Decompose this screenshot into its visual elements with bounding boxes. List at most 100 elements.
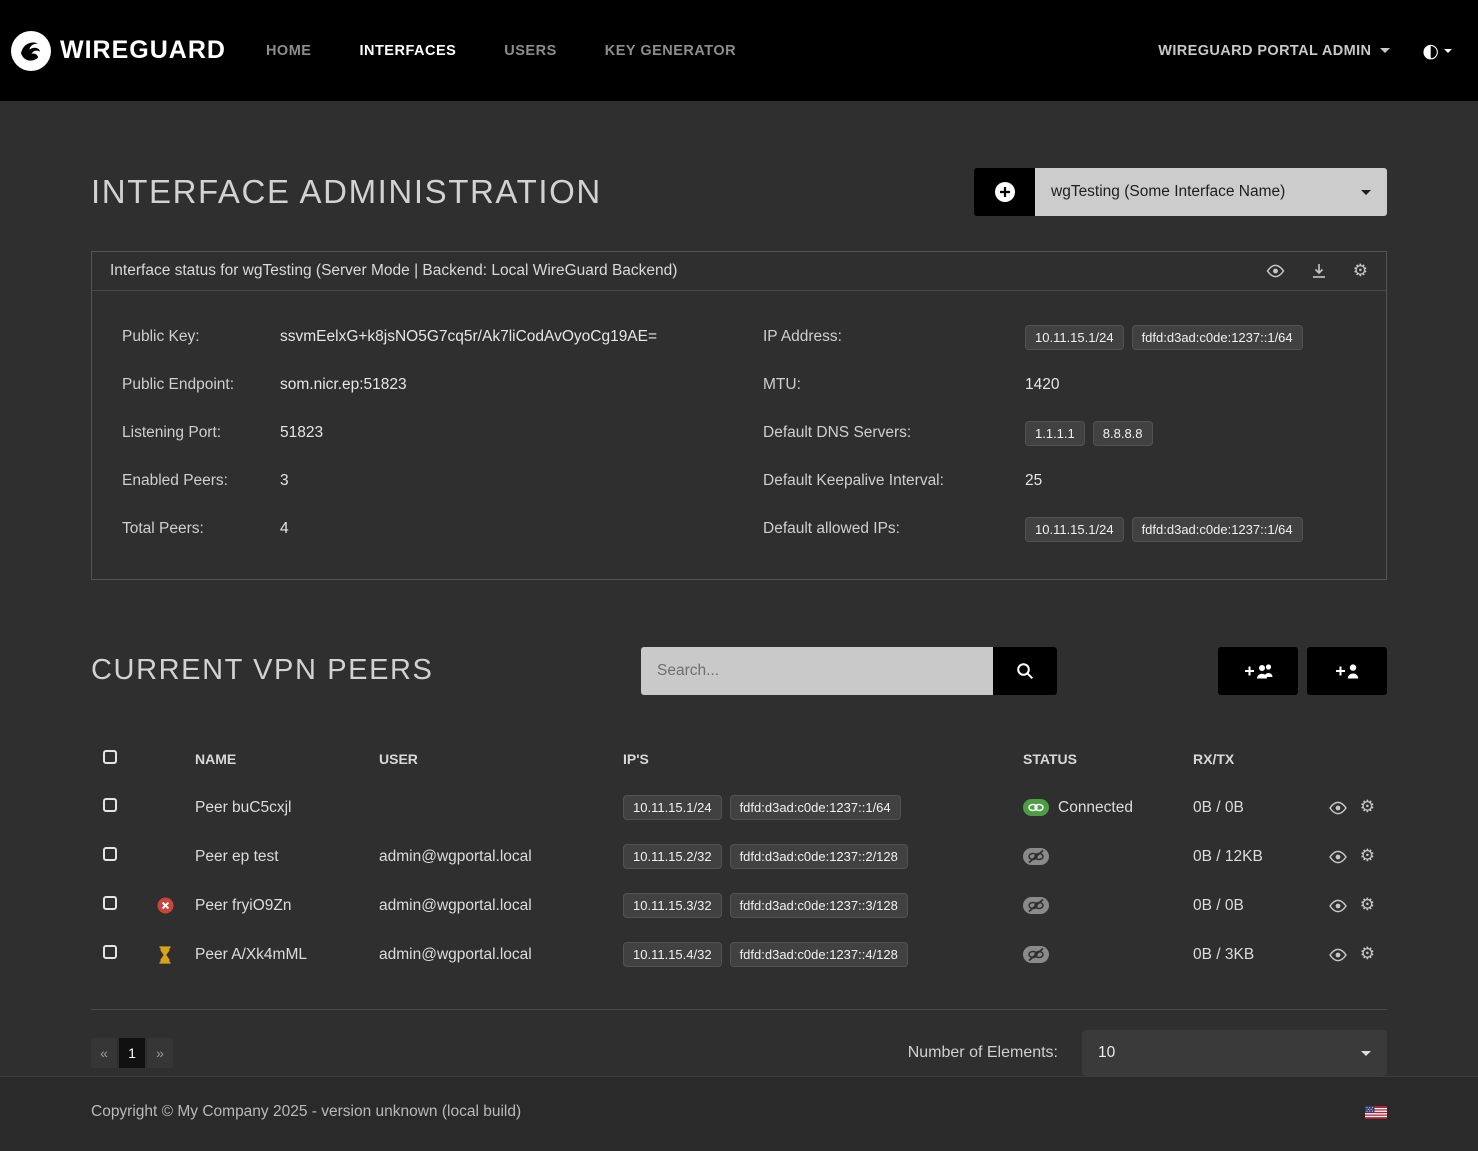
detail-label: Public Endpoint: (122, 376, 280, 394)
detail-row: IP Address: 10.11.15.1/24 fdfd:d3ad:c0de… (763, 313, 1356, 361)
interface-settings-button[interactable]: ⚙ (1353, 263, 1368, 280)
gear-icon: ⚙ (1360, 946, 1375, 963)
peer-user: admin@wgportal.local (371, 848, 615, 866)
nav-item-key-generator[interactable]: KEY GENERATOR (605, 43, 736, 59)
keepalive-value: 25 (1025, 472, 1356, 490)
peer-name: Peer buC5cxjl (187, 799, 371, 817)
add-multiple-peers-button[interactable] (1218, 647, 1298, 695)
search-input[interactable] (641, 647, 993, 695)
chevron-down-icon (1361, 190, 1371, 195)
search-button[interactable] (993, 647, 1057, 695)
detail-label: Default Keepalive Interval: (763, 472, 1025, 490)
col-header-name: NAME (187, 751, 371, 767)
main-content: INTERFACE ADMINISTRATION wgTesting (Some… (91, 101, 1387, 1076)
peer-settings-button[interactable]: ⚙ (1360, 946, 1375, 963)
wireguard-logo-icon (10, 30, 52, 72)
select-all-checkbox[interactable] (103, 750, 117, 764)
ip-badge: 10.11.15.1/24 (1025, 325, 1124, 350)
pagination-prev-button[interactable]: « (91, 1038, 117, 1068)
peers-section-title: CURRENT VPN PEERS (91, 654, 641, 687)
peer-user: admin@wgportal.local (371, 946, 615, 964)
col-header-rxtx: RX/TX (1185, 751, 1297, 767)
elements-per-page-value: 10 (1098, 1044, 1115, 1062)
peer-ip-badge: 10.11.15.3/32 (623, 893, 722, 918)
elements-per-page-select[interactable]: 10 (1082, 1030, 1387, 1076)
nav-item-interfaces[interactable]: INTERFACES (359, 43, 456, 59)
peer-name: Peer fryiO9Zn (187, 897, 371, 915)
nav-item-users[interactable]: USERS (504, 43, 556, 59)
peer-ip-badge: 10.11.15.4/32 (623, 942, 722, 967)
detail-row: Public Endpoint: som.nicr.ep:51823 (122, 361, 739, 409)
interface-select[interactable]: wgTesting (Some Interface Name) (1035, 168, 1387, 216)
peer-rxtx: 0B / 12KB (1185, 848, 1297, 866)
total-peers-value: 4 (280, 520, 739, 538)
page-title: INTERFACE ADMINISTRATION (91, 173, 602, 211)
link-off-icon (1023, 946, 1049, 963)
detail-label: Total Peers: (122, 520, 280, 538)
add-peer-button[interactable] (1307, 647, 1387, 695)
peer-expiring-icon (158, 946, 172, 964)
language-flag-us-icon[interactable] (1365, 1106, 1387, 1119)
pagination-page-1[interactable]: 1 (119, 1038, 145, 1068)
listening-port-value: 51823 (280, 424, 739, 442)
peer-ip-badge: 10.11.15.2/32 (623, 844, 722, 869)
link-off-icon (1023, 897, 1049, 914)
col-header-user: USER (371, 751, 615, 767)
interface-picker: wgTesting (Some Interface Name) (974, 168, 1387, 216)
eye-icon (1266, 264, 1285, 278)
search-icon (1016, 662, 1034, 680)
detail-row: Default DNS Servers: 1.1.1.1 8.8.8.8 (763, 409, 1356, 457)
gear-icon: ⚙ (1360, 897, 1375, 914)
add-interface-button[interactable] (974, 168, 1035, 216)
nav-item-home[interactable]: HOME (266, 43, 312, 59)
peer-view-button[interactable] (1329, 801, 1347, 815)
detail-label: IP Address: (763, 328, 1025, 346)
ip-badge: fdfd:d3ad:c0de:1237::1/64 (1132, 325, 1303, 350)
table-header-row: NAME USER IP'S STATUS RX/TX (91, 734, 1387, 783)
eye-icon (1329, 948, 1347, 962)
link-connected-icon (1023, 799, 1049, 816)
peer-rxtx: 0B / 0B (1185, 897, 1297, 915)
peer-ip-badge: fdfd:d3ad:c0de:1237::3/128 (730, 893, 908, 918)
peer-ip-badge: fdfd:d3ad:c0de:1237::2/128 (730, 844, 908, 869)
view-config-button[interactable] (1266, 264, 1285, 278)
peer-view-button[interactable] (1329, 899, 1347, 913)
peer-checkbox[interactable] (103, 896, 117, 910)
copyright-text: Copyright © My Company 2025 - version un… (91, 1103, 521, 1121)
enabled-peers-value: 3 (280, 472, 739, 490)
admin-dropdown[interactable]: WIREGUARD PORTAL ADMIN (1158, 43, 1390, 59)
peer-checkbox[interactable] (103, 945, 117, 959)
peer-rxtx: 0B / 3KB (1185, 946, 1297, 964)
col-header-ips: IP'S (615, 751, 1015, 767)
peer-settings-button[interactable]: ⚙ (1360, 848, 1375, 865)
detail-row: Enabled Peers: 3 (122, 457, 739, 505)
peer-view-button[interactable] (1329, 948, 1347, 962)
eye-icon (1329, 899, 1347, 913)
nav-links: HOME INTERFACES USERS KEY GENERATOR (266, 43, 736, 59)
peer-checkbox[interactable] (103, 798, 117, 812)
gear-icon: ⚙ (1353, 263, 1368, 280)
interface-details-right: IP Address: 10.11.15.1/24 fdfd:d3ad:c0de… (739, 313, 1356, 553)
col-header-status: STATUS (1015, 751, 1185, 767)
peer-ip-badge: fdfd:d3ad:c0de:1237::4/128 (730, 942, 908, 967)
peer-searchbar (641, 647, 1057, 695)
theme-toggle-dropdown[interactable]: ◐ (1422, 40, 1452, 62)
peer-view-button[interactable] (1329, 850, 1347, 864)
wireguard-brand[interactable]: WIREGUARD (10, 30, 226, 72)
chevron-down-icon (1444, 49, 1452, 53)
public-endpoint-value: som.nicr.ep:51823 (280, 376, 739, 394)
detail-row: Default Keepalive Interval: 25 (763, 457, 1356, 505)
chevron-down-icon (1380, 48, 1390, 53)
peer-settings-button[interactable]: ⚙ (1360, 799, 1375, 816)
plus-circle-icon (994, 181, 1016, 203)
download-config-button[interactable] (1311, 263, 1327, 279)
gear-icon: ⚙ (1360, 799, 1375, 816)
pagination-next-button[interactable]: » (147, 1038, 173, 1068)
chevron-down-icon (1361, 1051, 1371, 1056)
detail-label: Public Key: (122, 328, 280, 346)
peer-settings-button[interactable]: ⚙ (1360, 897, 1375, 914)
dns-badge: 8.8.8.8 (1093, 421, 1153, 446)
detail-row: Listening Port: 51823 (122, 409, 739, 457)
detail-row: Default allowed IPs: 10.11.15.1/24 fdfd:… (763, 505, 1356, 553)
peer-checkbox[interactable] (103, 847, 117, 861)
